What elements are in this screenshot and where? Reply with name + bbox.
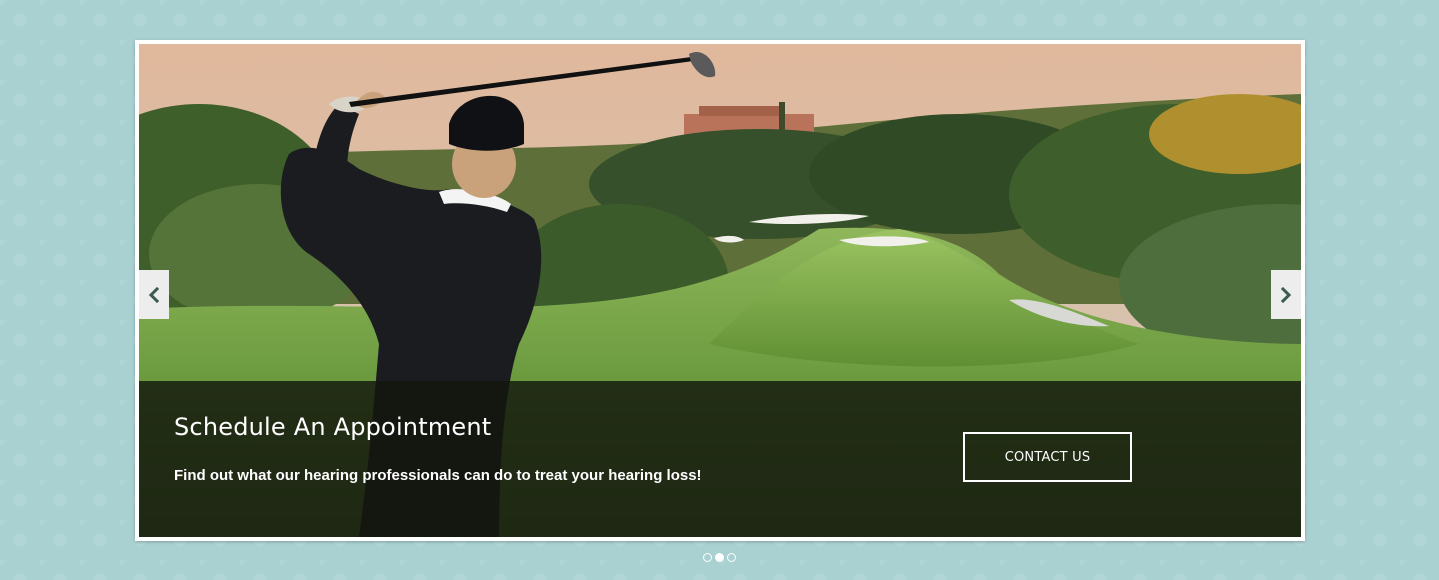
- caption-text: Find out what our hearing professionals …: [174, 467, 702, 484]
- hero-slider: Schedule An Appointment Find out what ou…: [135, 40, 1305, 541]
- slide-caption: Schedule An Appointment Find out what ou…: [139, 381, 1301, 537]
- chevron-left-icon: [148, 286, 160, 303]
- slider-prev-button[interactable]: [139, 270, 169, 319]
- slider-next-button[interactable]: [1271, 270, 1301, 319]
- contact-us-button[interactable]: CONTACT US: [963, 432, 1132, 482]
- slider-dot-2[interactable]: [715, 553, 724, 562]
- slider-dot-1[interactable]: [703, 553, 712, 562]
- slider-pagination: [0, 553, 1439, 562]
- caption-title: Schedule An Appointment: [174, 413, 492, 441]
- chevron-right-icon: [1280, 286, 1292, 303]
- slider-dot-3[interactable]: [727, 553, 736, 562]
- slide-active: Schedule An Appointment Find out what ou…: [139, 44, 1301, 537]
